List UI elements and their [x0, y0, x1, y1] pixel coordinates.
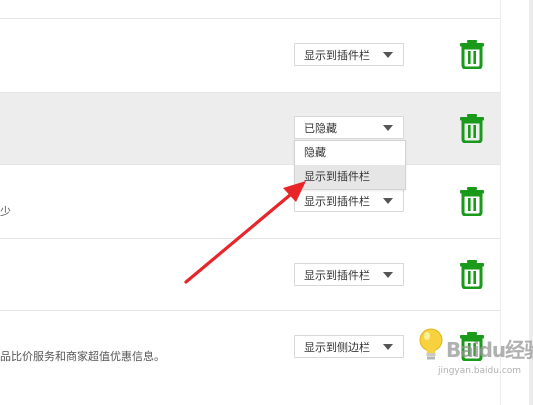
caret-down-icon	[383, 343, 393, 350]
extension-row-highlighted: 已隐藏	[0, 92, 500, 164]
trash-icon[interactable]	[459, 259, 485, 289]
select-value: 显示到插件栏	[304, 268, 370, 282]
display-mode-select-open[interactable]: 已隐藏	[294, 116, 404, 139]
select-value: 显示到插件栏	[304, 48, 370, 62]
trash-icon[interactable]	[459, 113, 485, 143]
trash-icon[interactable]	[459, 186, 485, 216]
caret-down-icon	[383, 124, 393, 131]
display-mode-dropdown-menu: 隐藏 显示到插件栏	[294, 140, 406, 190]
select-value: 已隐藏	[304, 121, 337, 135]
extension-row: 显示到插件栏	[0, 238, 500, 310]
watermark-brand: Baidu经验	[446, 338, 533, 362]
extension-row: 显示到插件栏	[0, 18, 500, 92]
display-mode-select[interactable]: 显示到插件栏	[294, 263, 404, 286]
extension-description: 少	[0, 205, 11, 218]
select-value: 显示到侧边栏	[304, 340, 370, 354]
caret-down-icon	[383, 197, 393, 204]
display-mode-select[interactable]: 显示到插件栏	[294, 43, 404, 66]
dropdown-option-hide[interactable]: 隐藏	[295, 141, 405, 165]
watermark: Baidu经验 jingyan.baidu.com	[434, 330, 533, 384]
select-value: 显示到插件栏	[304, 194, 370, 208]
extension-row: 少 显示到插件栏	[0, 164, 500, 238]
trash-icon[interactable]	[459, 39, 485, 69]
watermark-url: jingyan.baidu.com	[438, 366, 522, 376]
extension-description: 品比价服务和商家超值优惠信息。	[0, 350, 165, 363]
caret-down-icon	[383, 271, 393, 278]
display-mode-select[interactable]: 显示到侧边栏	[294, 335, 404, 358]
display-mode-select[interactable]: 显示到插件栏	[294, 189, 404, 212]
dropdown-option-show-in-toolbar[interactable]: 显示到插件栏	[295, 165, 405, 189]
extension-manager-page: 显示到插件栏 已隐藏 少 显示到插件栏 显示到插件栏 品比价服务和商家超值优惠信…	[0, 0, 533, 405]
caret-down-icon	[383, 51, 393, 58]
